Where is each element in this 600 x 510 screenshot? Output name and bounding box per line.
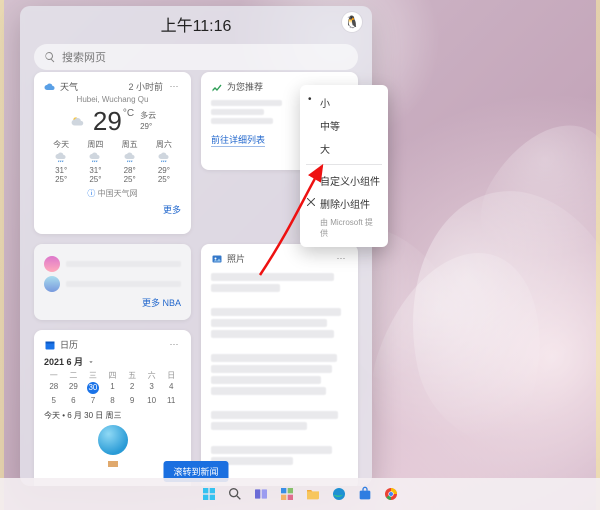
store-icon[interactable] — [356, 485, 374, 503]
decoration-left-bar — [0, 0, 4, 510]
widgets-icon[interactable] — [278, 485, 296, 503]
forecast-day: 周五 28° 25° — [113, 139, 147, 184]
rain-icon — [123, 152, 137, 164]
calendar-month: 2021 6 月 — [44, 355, 83, 368]
weather-timeago: 2 小时前 — [128, 80, 163, 93]
list-item — [44, 276, 181, 292]
cal-day-today[interactable]: 30 — [83, 381, 103, 395]
weather-widget[interactable]: 天气 2 小时前 ⋯ Hubei, Wuchang Qu 29 °C 多云 29… — [34, 72, 191, 234]
ctx-customize[interactable]: 自定义小组件 — [300, 169, 388, 192]
ctx-remove[interactable]: 删除小组件 — [300, 192, 388, 215]
cal-day[interactable]: 28 — [44, 381, 64, 395]
search-input[interactable]: 搜索网页 — [34, 44, 358, 70]
avatar[interactable]: 🐧 — [342, 12, 362, 32]
photos-title: 照片 — [227, 252, 330, 265]
weather-condition: 多云 — [140, 111, 156, 121]
sports-widget[interactable]: 更多 NBA — [34, 244, 191, 320]
cal-weekday: 六 — [142, 370, 162, 381]
weather-forecast: 今天 31° 25° 周四 31° 25° 周五 28° — [44, 139, 181, 184]
forecast-day: 周六 29° 25° — [147, 139, 181, 184]
search-placeholder: 搜索网页 — [62, 49, 106, 65]
team-avatar — [44, 276, 60, 292]
panel-clock: 上午11:16 — [20, 12, 372, 36]
weather-feels: 29° — [140, 122, 156, 132]
cal-weekday: 一 — [44, 370, 64, 381]
ctx-provider-note: 由 Microsoft 提供 — [300, 215, 388, 241]
cal-weekday: 五 — [122, 370, 142, 381]
recommend-link[interactable]: 前往详细列表 — [211, 133, 265, 147]
avatar-glyph: 🐧 — [345, 15, 360, 29]
cal-day[interactable]: 3 — [142, 381, 162, 395]
photos-widget[interactable]: 照片 ⋯ — [201, 244, 358, 486]
chrome-icon[interactable] — [382, 485, 400, 503]
ctx-size-large[interactable]: 大 — [300, 137, 388, 160]
cal-day[interactable]: 7 — [83, 395, 103, 406]
ctx-size-small[interactable]: 小 — [300, 91, 388, 114]
search-icon — [44, 51, 56, 63]
weather-more-link[interactable]: 更多 — [163, 205, 181, 215]
cal-day[interactable]: 10 — [142, 395, 162, 406]
calendar-icon — [44, 339, 56, 351]
cal-day[interactable]: 5 — [44, 395, 64, 406]
cal-day[interactable]: 1 — [103, 381, 123, 395]
forecast-day: 今天 31° 25° — [44, 139, 78, 184]
cal-day[interactable]: 11 — [161, 395, 181, 406]
cal-day[interactable]: 2 — [122, 381, 142, 395]
calendar-subtitle: 今天 • 6 月 30 日 周三 — [44, 410, 181, 421]
decoration-right-bar — [596, 0, 600, 510]
taskbar — [0, 478, 600, 510]
cal-weekday: 四 — [103, 370, 123, 381]
widget-context-menu: 小 中等 大 自定义小组件 删除小组件 由 Microsoft 提供 — [300, 85, 388, 247]
photos-more-button[interactable]: ⋯ — [334, 253, 348, 264]
ctx-separator — [306, 164, 382, 165]
photos-icon — [211, 253, 223, 265]
weather-more-button[interactable]: ⋯ — [167, 81, 181, 92]
rain-icon — [157, 152, 171, 164]
weather-temp: 29 °C — [93, 106, 134, 137]
weather-now-icon — [69, 115, 87, 129]
team-avatar — [44, 256, 60, 272]
chart-icon — [211, 81, 223, 93]
forecast-day: 周四 31° 25° — [78, 139, 112, 184]
weather-source: 中国天气网 — [98, 189, 138, 198]
weather-location: Hubei, Wuchang Qu — [44, 95, 181, 104]
edge-icon[interactable] — [330, 485, 348, 503]
list-item — [44, 256, 181, 272]
sports-more-link[interactable]: 更多 NBA — [142, 298, 181, 308]
file-explorer-icon[interactable] — [304, 485, 322, 503]
rain-icon — [88, 152, 102, 164]
rain-icon — [54, 152, 68, 164]
cal-day[interactable]: 8 — [103, 395, 123, 406]
taskbar-search-icon[interactable] — [226, 485, 244, 503]
cal-weekday: 三 — [83, 370, 103, 381]
calendar-more-button[interactable]: ⋯ — [167, 339, 181, 350]
weather-icon — [44, 81, 56, 93]
calendar-illustration — [93, 425, 133, 471]
weather-title: 天气 — [60, 80, 124, 93]
ctx-size-medium[interactable]: 中等 — [300, 114, 388, 137]
cal-weekday: 二 — [64, 370, 84, 381]
cal-day[interactable]: 29 — [64, 381, 84, 395]
start-button[interactable] — [200, 485, 218, 503]
chevron-down-icon[interactable] — [87, 358, 95, 366]
calendar-title: 日历 — [60, 338, 163, 351]
task-view-icon[interactable] — [252, 485, 270, 503]
cal-weekday: 日 — [161, 370, 181, 381]
cal-day[interactable]: 4 — [161, 381, 181, 395]
cal-day[interactable]: 9 — [122, 395, 142, 406]
cal-day[interactable]: 6 — [64, 395, 84, 406]
